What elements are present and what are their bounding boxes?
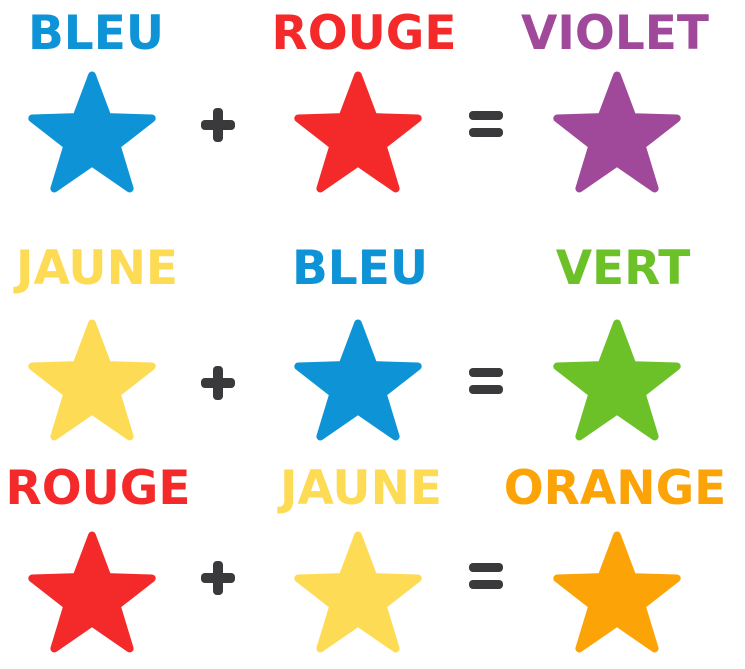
star-icon <box>553 319 681 441</box>
star-icon <box>294 531 422 653</box>
plus-icon <box>201 108 235 142</box>
equals-icon <box>469 563 503 589</box>
star-icon <box>553 531 681 653</box>
row3-left-label: ROUGE <box>5 461 191 516</box>
row3-result-label: ORANGE <box>503 461 727 516</box>
star-icon <box>28 319 156 441</box>
row1-result-label: VIOLET <box>521 6 709 61</box>
row2-middle-label: BLEU <box>291 241 429 296</box>
star-icon <box>28 531 156 653</box>
row1-middle-label: ROUGE <box>271 6 457 61</box>
row3-middle-label: JAUNE <box>279 461 443 516</box>
star-icon <box>28 71 156 193</box>
star-icon <box>553 71 681 193</box>
equals-icon <box>469 111 503 137</box>
plus-icon <box>201 561 235 595</box>
equals-icon <box>469 368 503 394</box>
row2-left-label: JAUNE <box>15 241 179 296</box>
star-icon <box>294 319 422 441</box>
row1-left-label: BLEU <box>27 6 165 61</box>
plus-icon <box>201 366 235 400</box>
star-icon <box>294 71 422 193</box>
color-mixing-chart: BLEU ROUGE VIOLET JAUNE BLEU VERT ROUGE … <box>0 0 745 669</box>
row2-result-label: VERT <box>555 241 691 296</box>
